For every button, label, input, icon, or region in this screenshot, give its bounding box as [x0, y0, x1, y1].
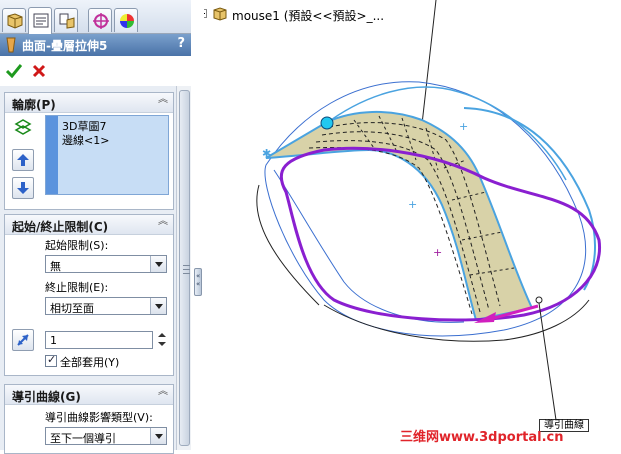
tangent-length-input[interactable]: 1: [45, 331, 153, 349]
apply-to-all-label: 全部套用(Y): [60, 356, 120, 369]
feature-manager-icon: [7, 13, 23, 29]
property-manager-icon: [33, 13, 49, 28]
end-constraint-value: 相切至面: [50, 302, 94, 315]
connector-handle[interactable]: [320, 116, 334, 130]
chevron-down-icon[interactable]: [150, 428, 166, 444]
collapse-chevron-icon[interactable]: ︽: [158, 387, 168, 397]
tangent-length-stepper[interactable]: [157, 331, 167, 349]
guide-influence-label: 導引曲線影響類型(V):: [45, 411, 153, 424]
help-button[interactable]: ?: [177, 36, 185, 51]
x-icon[interactable]: [32, 64, 46, 78]
leader-line: [538, 302, 557, 421]
sketch-point-marker: ✱: [262, 147, 271, 160]
apply-to-all-checkbox[interactable]: [45, 353, 57, 367]
start-end-group-header[interactable]: 起始/終止限制(C) ︽: [5, 215, 173, 235]
property-scroll-area: 輪廓(P) ︽ 3D草圖7 邊線<1> 起始/終止限制(C) ︽ 起始限制(S)…: [0, 86, 176, 454]
chevron-down-icon[interactable]: [150, 298, 166, 314]
guide-curves-group-header[interactable]: 導引曲線(G) ︽: [5, 385, 173, 405]
profile-group-header[interactable]: 輪廓(P) ︽: [5, 93, 173, 113]
sketch-point-marker: +: [459, 120, 468, 133]
tangent-length-icon: [17, 334, 29, 346]
connector-point[interactable]: [535, 296, 543, 304]
end-constraint-label: 終止限制(E):: [45, 281, 109, 294]
collapse-chevron-icon[interactable]: ︽: [158, 95, 168, 105]
profile-group-title: 輪廓(P): [12, 98, 56, 112]
profile-selection-list[interactable]: 3D草圖7 邊線<1>: [45, 115, 169, 195]
model-view: + + + ✱: [256, 0, 602, 421]
move-down-button[interactable]: [12, 177, 34, 199]
profile-icon: [14, 119, 32, 135]
check-icon[interactable]: [6, 64, 22, 78]
watermark: 三维网www.3dportal.cn: [400, 430, 564, 445]
tangent-length-value: 1: [50, 334, 57, 347]
stepper-down-icon[interactable]: [158, 342, 166, 346]
leader-line: [420, 0, 437, 134]
property-manager-panel: 曲面-疊層拉伸5 ? 輪廓(P) ︽ 3D草圖7 邊線<1> 起始/終止限制(C…: [0, 0, 191, 454]
graphics-area[interactable]: mouse1 (預設<<預設>_... + + + ✱ 導引曲線 三维网www.…: [204, 0, 621, 450]
ok-cancel-bar: [0, 56, 191, 86]
end-constraint-select[interactable]: 相切至面: [45, 297, 167, 315]
chevron-down-icon[interactable]: [150, 256, 166, 272]
stepper-up-icon[interactable]: [158, 333, 166, 337]
feature-title-bar: 曲面-疊層拉伸5 ?: [0, 34, 191, 56]
tab-configuration-manager[interactable]: [54, 8, 78, 32]
scrollbar-thumb[interactable]: [179, 90, 190, 446]
arrow-up-icon: [17, 154, 29, 166]
tab-display-manager[interactable]: [114, 8, 138, 32]
tab-feature-manager[interactable]: [2, 8, 26, 32]
start-end-constraints-group: 起始/終止限制(C) ︽ 起始限制(S): 無 終止限制(E): 相切至面 1 …: [4, 214, 174, 376]
sketch-point-marker: +: [408, 198, 417, 211]
start-constraint-value: 無: [50, 260, 61, 273]
loft-surface[interactable]: [265, 111, 534, 322]
sketch-point-marker: +: [433, 246, 442, 259]
collapse-panel-handle[interactable]: ««: [194, 268, 202, 296]
start-constraint-label: 起始限制(S):: [45, 239, 109, 252]
guide-curves-group-title: 導引曲線(G): [12, 390, 81, 404]
start-constraint-select[interactable]: 無: [45, 255, 167, 273]
tangent-length-button[interactable]: [12, 329, 34, 351]
feature-title: 曲面-疊層拉伸5: [22, 39, 108, 53]
collapse-chevron-icon[interactable]: ︽: [158, 217, 168, 227]
profile-group: 輪廓(P) ︽ 3D草圖7 邊線<1>: [4, 92, 174, 210]
loft-surface-icon: [6, 37, 16, 53]
guide-influence-value: 至下一個導引: [50, 432, 116, 445]
panel-scrollbar[interactable]: [176, 86, 191, 450]
guide-influence-select[interactable]: 至下一個導引: [45, 427, 167, 445]
tab-property-manager[interactable]: [28, 7, 52, 34]
guide-curves-group: 導引曲線(G) ︽ 導引曲線影響類型(V): 至下一個導引: [4, 384, 174, 454]
move-up-button[interactable]: [12, 149, 34, 171]
dimxpert-icon: [93, 13, 109, 29]
panel-splitter[interactable]: ««: [192, 0, 204, 450]
start-end-group-title: 起始/終止限制(C): [12, 220, 109, 234]
list-item[interactable]: 邊線<1>: [62, 132, 109, 148]
manager-tabs: [0, 0, 191, 34]
display-manager-icon: [120, 14, 134, 28]
tab-dimxpert-manager[interactable]: [88, 8, 112, 32]
arrow-down-icon: [17, 182, 29, 194]
configuration-manager-icon: [59, 13, 75, 29]
